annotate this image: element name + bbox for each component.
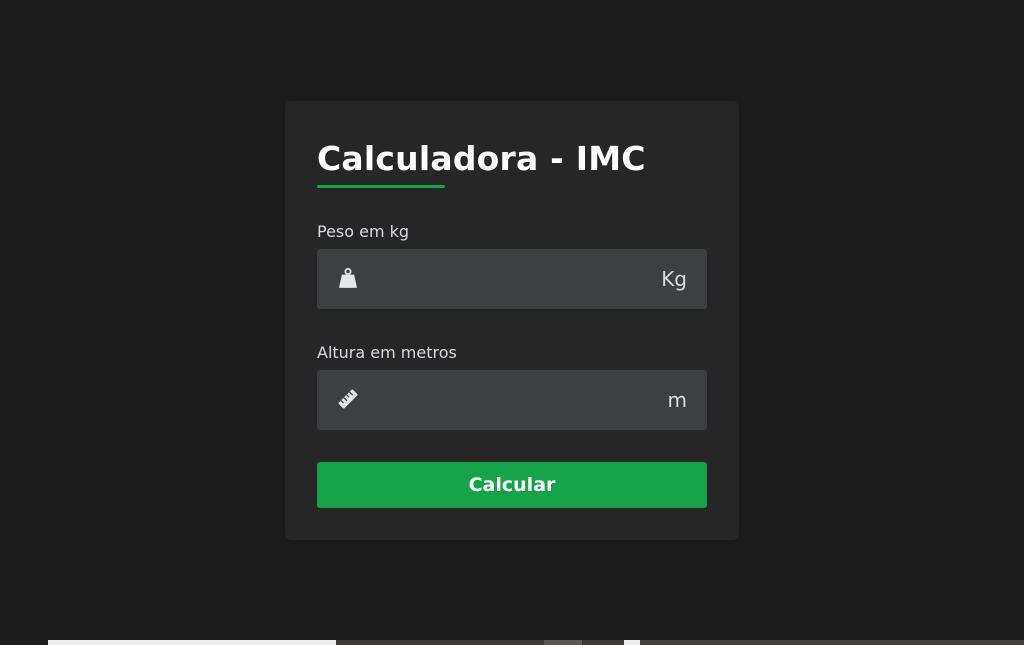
imc-calculator-card: Calculadora - IMC Peso em kg Kg Altura e… xyxy=(285,101,739,540)
weight-label: Peso em kg xyxy=(317,222,410,241)
height-field[interactable]: m xyxy=(317,370,707,430)
height-unit: m xyxy=(667,388,687,412)
title-underline xyxy=(317,185,445,188)
ruler-icon xyxy=(337,388,359,410)
bottom-strip-segment xyxy=(624,640,640,645)
weight-icon xyxy=(337,267,359,289)
weight-unit: Kg xyxy=(661,267,687,291)
bottom-strip-segment xyxy=(582,640,624,645)
bottom-strip-segment xyxy=(336,640,544,645)
height-input[interactable] xyxy=(373,370,643,430)
bottom-strip-segment xyxy=(48,640,336,645)
weight-input[interactable] xyxy=(373,249,643,309)
calculate-button[interactable]: Calcular xyxy=(317,462,707,508)
weight-field[interactable]: Kg xyxy=(317,249,707,309)
bottom-strip-segment xyxy=(640,640,1024,645)
bottom-content-strip xyxy=(0,640,1024,645)
bottom-strip-segment xyxy=(544,640,582,645)
page-title: Calculadora - IMC xyxy=(317,139,646,178)
height-label: Altura em metros xyxy=(317,343,457,362)
